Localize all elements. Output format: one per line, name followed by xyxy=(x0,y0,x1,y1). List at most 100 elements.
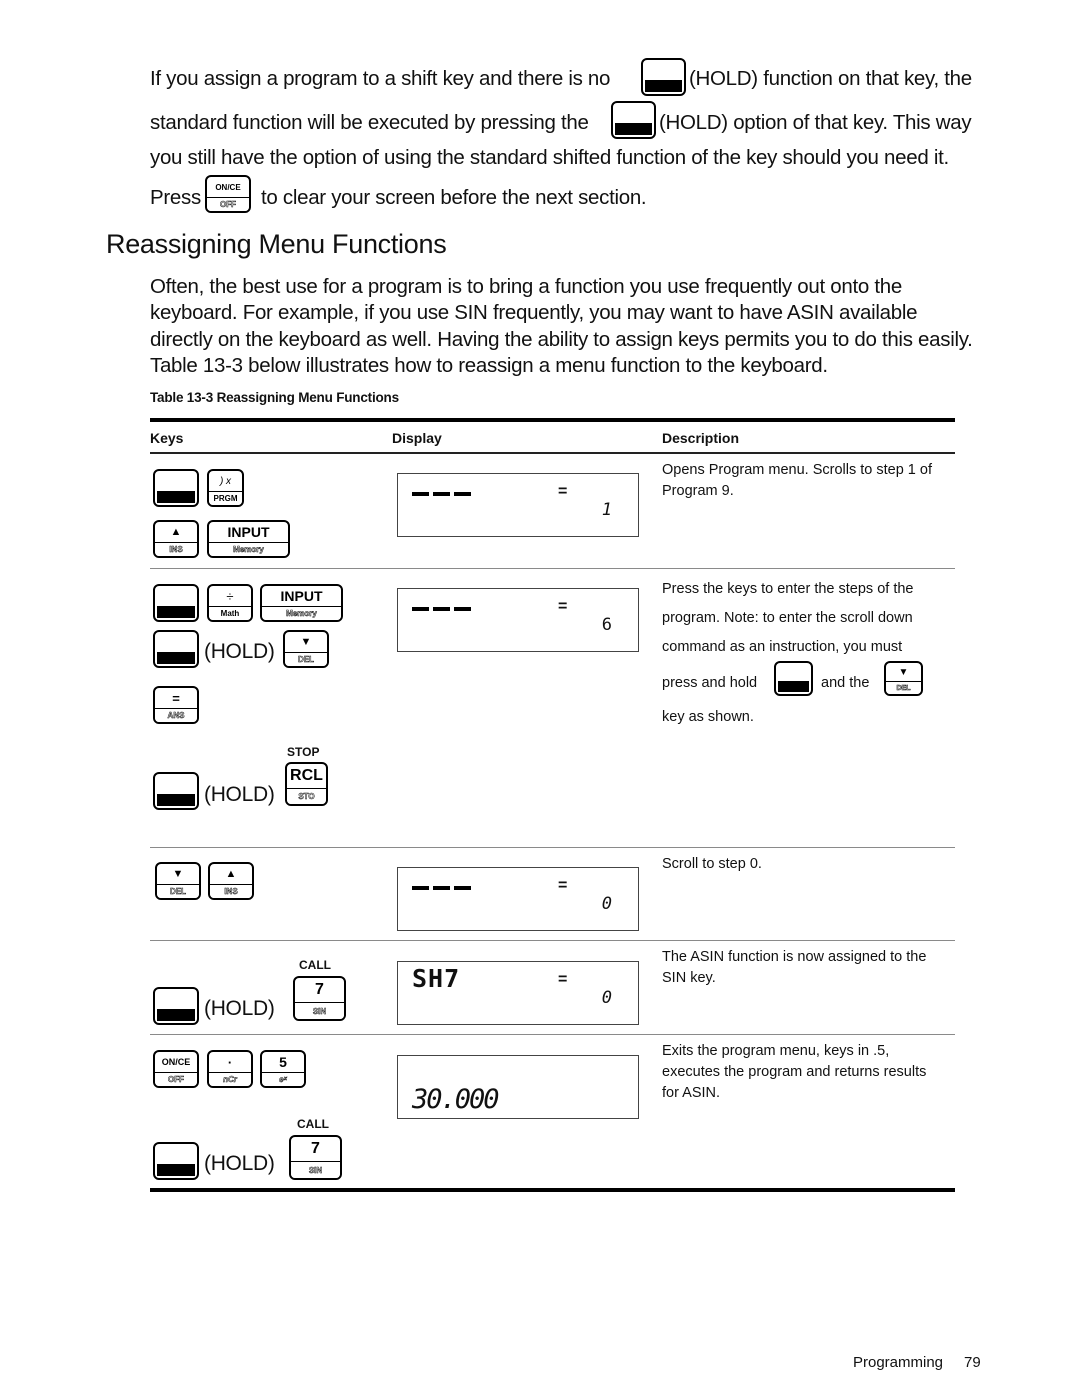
key-bottom-label: Memory xyxy=(209,542,288,556)
lcd-dashes xyxy=(412,607,471,611)
key-over-label: CALL xyxy=(297,1117,329,1131)
on-off-key-icon: ON/CE OFF xyxy=(205,175,251,213)
key-top-label: INPUT xyxy=(227,524,270,541)
row-description: Opens Program menu. Scrolls to step 1 of… xyxy=(662,460,952,502)
key-top-label: 5 xyxy=(279,1054,287,1071)
footer-section: Programming xyxy=(853,1354,944,1371)
key-bottom-label: ANS xyxy=(155,708,197,722)
key-top-label: ON/CE xyxy=(161,1057,191,1068)
intro-text: standard function will be executed by pr… xyxy=(150,111,589,134)
lcd-dashes xyxy=(412,492,471,496)
paragraph-line: Often, the best use for a program is to … xyxy=(150,275,902,298)
row-description: Exits the program menu, keys in .5, exec… xyxy=(662,1041,952,1104)
key-top-label: 7 xyxy=(315,981,324,999)
column-header-display: Display xyxy=(392,430,442,446)
row-divider xyxy=(150,1034,955,1035)
paragraph-line: Table 13-3 below illustrates how to reas… xyxy=(150,354,828,377)
intro-line-1: If you assign a program to a shift key a… xyxy=(150,67,610,91)
description-line: executes the program and returns results xyxy=(662,1064,927,1080)
shift-key-icon xyxy=(153,1142,199,1180)
up-ins-key-icon: ▲ INS xyxy=(153,520,199,558)
key-bottom-label: OFF xyxy=(155,1072,197,1086)
key-bottom-label: DEL xyxy=(285,652,327,666)
key-top-label: ▲ xyxy=(170,526,182,539)
intro-text: (HOLD) function on that key, the xyxy=(689,67,972,90)
intro-text: you still have the option of using the s… xyxy=(150,146,949,169)
key-top-label: ▲ xyxy=(225,868,237,881)
up-ins-key-icon: ▲ INS xyxy=(208,862,254,900)
shift-key-icon xyxy=(774,661,813,696)
intro-text: to clear your screen before the next sec… xyxy=(261,186,647,209)
intro-text: Press xyxy=(150,186,201,209)
on-off-key-icon: ON/CE OFF xyxy=(153,1050,199,1088)
key-top-label: = xyxy=(172,690,180,706)
description-line: Program 9. xyxy=(662,483,734,499)
lcd-display: SH7 = 0 xyxy=(397,961,639,1025)
table-header-rule xyxy=(150,452,955,454)
key-top-label: · xyxy=(227,1054,233,1070)
key-over-label: CALL xyxy=(299,958,331,972)
shift-key-icon xyxy=(611,101,656,139)
key-top-label: ON/CE xyxy=(215,182,241,192)
description-line: key as shown. xyxy=(662,709,754,725)
key-bottom-label: INS xyxy=(155,542,197,556)
shift-key-icon xyxy=(153,469,199,507)
seven-sin-key-icon: 7 SIN xyxy=(293,976,346,1021)
row-divider xyxy=(150,940,955,941)
paragraph-line: keyboard. For example, if you use SIN fr… xyxy=(150,301,918,324)
description-line: Press the keys to enter the steps of the xyxy=(662,581,914,597)
shift-key-icon xyxy=(153,630,199,668)
lcd-equals: = xyxy=(558,598,568,615)
input-memory-key-icon: INPUT Memory xyxy=(260,584,343,622)
row-divider xyxy=(150,847,955,848)
shift-key-icon xyxy=(153,987,199,1025)
key-bottom-label: DEL xyxy=(157,884,199,898)
shift-key-icon xyxy=(153,584,199,622)
lcd-display: = 0 xyxy=(397,867,639,931)
shift-key-icon xyxy=(153,772,199,810)
rcl-sto-key-icon: RCL STO xyxy=(285,762,328,806)
description-line: Opens Program menu. Scrolls to step 1 of xyxy=(662,462,932,478)
key-top-label: ▼ xyxy=(172,868,184,881)
description-line: program. Note: to enter the scroll down xyxy=(662,610,913,626)
key-bottom-label: nCr xyxy=(209,1072,251,1086)
key-top-label: ▼ xyxy=(300,636,312,649)
page-number: 79 xyxy=(964,1354,981,1371)
key-top-label: RCL xyxy=(290,766,323,784)
divide-math-key-icon: ÷ Math xyxy=(207,584,253,622)
key-bottom-label: Math xyxy=(209,606,251,620)
row-description: The ASIN function is now assigned to the… xyxy=(662,947,952,989)
lcd-value: 0 xyxy=(601,894,612,914)
hold-label: (HOLD) xyxy=(204,1152,275,1175)
lcd-display: = 6 xyxy=(397,588,639,652)
section-heading: Reassigning Menu Functions xyxy=(106,229,447,259)
prgm-key-icon: ) x PRGM xyxy=(207,469,244,507)
key-bottom-label: SIN xyxy=(291,1161,340,1178)
description-line: and the xyxy=(821,675,870,691)
key-top-label: INPUT xyxy=(280,588,323,605)
lcd-value: 6 xyxy=(601,615,612,635)
lcd-equals: = xyxy=(558,877,568,894)
key-bottom-label: eˣ xyxy=(262,1072,304,1086)
lcd-text: SH7 xyxy=(412,964,461,993)
key-bottom-label: DEL xyxy=(886,681,921,694)
key-bottom-label: Memory xyxy=(262,606,341,620)
lcd-equals: = xyxy=(558,971,568,988)
equals-ans-key-icon: = ANS xyxy=(153,686,199,724)
description-line: Scroll to step 0. xyxy=(662,856,762,872)
key-bottom-label: SIN xyxy=(295,1002,344,1019)
lcd-value: 1 xyxy=(601,500,612,520)
column-header-description: Description xyxy=(662,430,740,446)
row-description: Press the keys to enter the steps of the… xyxy=(662,575,952,662)
lcd-equals: = xyxy=(558,483,568,500)
down-del-key-icon: ▼ DEL xyxy=(283,630,329,668)
lcd-result: 30.000 xyxy=(412,1084,500,1115)
lcd-value: 0 xyxy=(601,988,612,1008)
table-bottom-rule xyxy=(150,1188,955,1192)
row-description: Scroll to step 0. xyxy=(662,854,952,875)
key-bottom-label: INS xyxy=(210,884,252,898)
row-divider xyxy=(150,568,955,569)
key-bottom-label: PRGM xyxy=(209,491,242,505)
key-over-label: STOP xyxy=(287,745,320,759)
hold-label: (HOLD) xyxy=(204,640,275,663)
